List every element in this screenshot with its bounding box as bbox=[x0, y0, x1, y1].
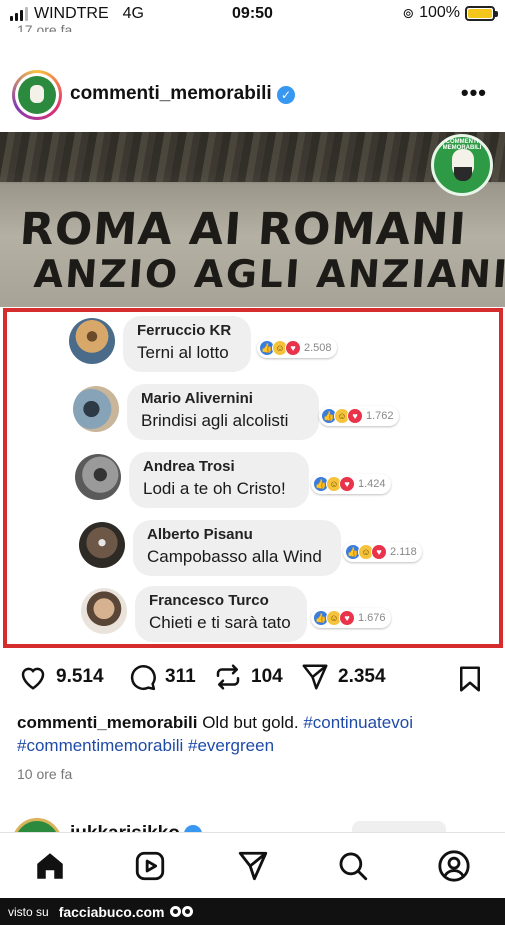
brand-logo-icon bbox=[18, 76, 56, 114]
bushes bbox=[0, 132, 505, 182]
comment-bubble: Andrea Trosi Lodi a te oh Cristo! bbox=[129, 452, 309, 508]
comment-author: Mario Alivernini bbox=[141, 390, 253, 407]
avatar[interactable] bbox=[12, 818, 62, 832]
like-button[interactable]: 9.514 bbox=[18, 662, 104, 692]
send-icon bbox=[302, 664, 328, 690]
love-reaction-icon: ♥ bbox=[339, 610, 355, 626]
comment-author: Andrea Trosi bbox=[143, 458, 235, 475]
tab-reels[interactable] bbox=[133, 849, 167, 883]
comment-author: Alberto Pisanu bbox=[147, 526, 253, 543]
comment-bubble: Alberto Pisanu Campobasso alla Wind bbox=[133, 520, 341, 576]
next-post-header: jukkarisikko bbox=[0, 818, 505, 832]
reaction-pill: 👍 ☺ ♥ 2.118 bbox=[343, 542, 422, 562]
eyes-logo-icon bbox=[169, 906, 193, 917]
graffiti-line-2: ANZIO AGLI ANZIANI! bbox=[32, 252, 505, 296]
hashtag-link[interactable]: #continuatevoi bbox=[303, 713, 413, 732]
heart-icon bbox=[21, 667, 45, 690]
caption-text: Old but gold. bbox=[202, 713, 299, 732]
reaction-pill: 👍 ☺ ♥ 1.762 bbox=[319, 406, 399, 426]
post-caption: commenti_memorabili Old but gold. #conti… bbox=[17, 711, 492, 757]
hashtag-link[interactable]: #evergreen bbox=[188, 736, 274, 755]
comment-text: Lodi a te oh Cristo! bbox=[143, 479, 286, 498]
love-reaction-icon: ♥ bbox=[371, 544, 387, 560]
like-count: 9.514 bbox=[56, 666, 104, 687]
tab-home[interactable] bbox=[33, 849, 67, 883]
comment-text: Chieti e ti sarà tato bbox=[149, 613, 291, 632]
status-bar: WINDTRE 4G 09:50 ⊚ 100% bbox=[0, 0, 505, 30]
battery-percent: 100% bbox=[419, 4, 460, 21]
love-reaction-icon: ♥ bbox=[347, 408, 363, 424]
previous-post-time: 17 ore fa bbox=[17, 22, 73, 32]
comment-text: Brindisi agli alcolisti bbox=[141, 411, 289, 430]
repost-count: 104 bbox=[251, 666, 283, 687]
orientation-lock-icon: ⊚ bbox=[402, 4, 415, 21]
comment-avatar bbox=[73, 386, 119, 432]
repost-icon bbox=[216, 664, 240, 690]
comment-bubble: Ferruccio KR Terni al lotto bbox=[123, 316, 251, 372]
save-button[interactable] bbox=[455, 664, 485, 700]
comment-author: Ferruccio KR bbox=[137, 322, 232, 339]
post-image[interactable]: ROMA AI ROMANI ANZIO AGLI ANZIANI! COMME… bbox=[0, 132, 505, 650]
comment-avatar bbox=[69, 318, 115, 364]
profile-icon bbox=[438, 850, 470, 882]
avatar[interactable] bbox=[12, 70, 62, 120]
post-action-bar: 9.514 311 104 2.354 bbox=[0, 662, 505, 698]
tab-direct[interactable] bbox=[236, 849, 270, 883]
ellipsis-icon[interactable]: ••• bbox=[461, 80, 487, 106]
status-right: ⊚ 100% bbox=[402, 4, 498, 22]
battery-icon bbox=[465, 5, 498, 21]
love-reaction-icon: ♥ bbox=[285, 340, 301, 356]
comment-count: 311 bbox=[165, 666, 196, 687]
post-header: commenti_memorabili ✓ ••• bbox=[0, 64, 505, 126]
tab-profile[interactable] bbox=[437, 849, 471, 883]
reaction-count: 2.508 bbox=[304, 342, 332, 354]
follow-button[interactable] bbox=[352, 821, 446, 832]
reaction-pill: 👍 ☺ ♥ 1.424 bbox=[311, 474, 391, 494]
share-button[interactable]: 2.354 bbox=[300, 662, 386, 692]
post-username[interactable]: commenti_memorabili bbox=[70, 83, 272, 105]
post-time: 10 ore fa bbox=[17, 766, 73, 782]
site-footer: visto su facciabuco.com bbox=[0, 898, 505, 925]
send-icon bbox=[238, 851, 268, 881]
watermark-logo: COMMENTI MEMORABILI bbox=[431, 134, 493, 196]
verified-badge-icon bbox=[184, 825, 202, 832]
graffiti-line-1: ROMA AI ROMANI bbox=[18, 204, 469, 255]
next-post-username[interactable]: jukkarisikko bbox=[70, 823, 180, 832]
reaction-count: 1.424 bbox=[358, 478, 386, 490]
footer-prefix: visto su bbox=[8, 904, 49, 919]
comment-avatar bbox=[75, 454, 121, 500]
bottom-tab-bar bbox=[0, 832, 505, 898]
home-icon bbox=[37, 853, 63, 879]
comment-author: Francesco Turco bbox=[149, 592, 269, 609]
tab-search[interactable] bbox=[336, 849, 370, 883]
repost-button[interactable]: 104 bbox=[213, 662, 283, 692]
reaction-count: 1.762 bbox=[366, 410, 394, 422]
reels-icon bbox=[135, 851, 165, 881]
comment-button[interactable]: 311 bbox=[127, 662, 196, 692]
comment-text: Terni al lotto bbox=[137, 343, 229, 362]
footer-site[interactable]: facciabuco.com bbox=[59, 904, 165, 920]
comment-bubble: Mario Alivernini Brindisi agli alcolisti bbox=[127, 384, 319, 440]
reaction-pill: 👍 ☺ ♥ 2.508 bbox=[257, 338, 337, 358]
comment-icon bbox=[130, 665, 156, 691]
comment-avatar bbox=[81, 588, 127, 634]
hashtag-link[interactable]: #commentimemorabili bbox=[17, 736, 183, 755]
reaction-count: 1.676 bbox=[358, 612, 386, 624]
verified-badge-icon: ✓ bbox=[277, 86, 295, 104]
comment-bubble: Francesco Turco Chieti e ti sarà tato bbox=[135, 586, 307, 642]
watermark-text: COMMENTI MEMORABILI bbox=[442, 139, 482, 151]
comments-screenshot: Ferruccio KR Terni al lotto 👍 ☺ ♥ 2.508 Ma… bbox=[3, 308, 503, 648]
comment-text: Campobasso alla Wind bbox=[147, 547, 322, 566]
share-count: 2.354 bbox=[338, 666, 386, 687]
search-icon bbox=[339, 852, 368, 881]
reaction-pill: 👍 ☺ ♥ 1.676 bbox=[311, 608, 391, 628]
comment-avatar bbox=[79, 522, 125, 568]
love-reaction-icon: ♥ bbox=[339, 476, 355, 492]
bookmark-icon bbox=[460, 666, 480, 692]
reaction-count: 2.118 bbox=[390, 546, 417, 558]
caption-username[interactable]: commenti_memorabili bbox=[17, 713, 197, 732]
graffiti-wall-photo: ROMA AI ROMANI ANZIO AGLI ANZIANI! COMME… bbox=[0, 132, 505, 307]
